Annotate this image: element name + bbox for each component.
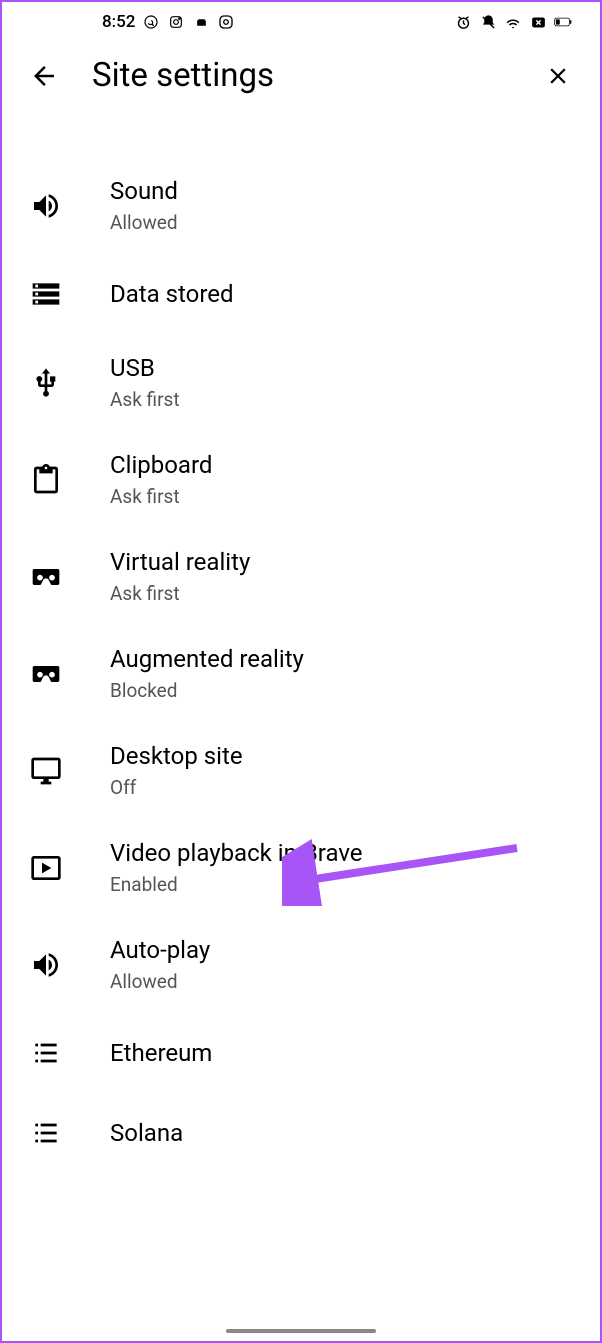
setting-title: Data stored [110, 280, 234, 308]
setting-title: Desktop site [110, 742, 243, 770]
setting-subtitle: Ask first [110, 582, 250, 605]
battery-icon [554, 13, 572, 31]
header: Site settings [2, 38, 600, 113]
setting-solana[interactable]: Solana [2, 1093, 600, 1173]
setting-usb[interactable]: USB Ask first [2, 334, 600, 431]
clipboard-icon [28, 462, 64, 498]
setting-sound[interactable]: Sound Allowed [2, 157, 600, 254]
status-time: 8:52 [102, 12, 135, 32]
setting-title: Sound [110, 177, 178, 205]
store-icon [192, 13, 210, 31]
vr-icon [28, 559, 64, 595]
setting-title: Video playback in Brave [110, 839, 363, 867]
setting-desktop-site[interactable]: Desktop site Off [2, 722, 600, 819]
setting-subtitle: Ask first [110, 388, 180, 411]
notification-mute-icon [479, 13, 497, 31]
desktop-icon [28, 753, 64, 789]
setting-text: Desktop site Off [110, 742, 243, 799]
status-bar: 8:52 [2, 2, 600, 38]
close-icon [545, 63, 571, 89]
list-icon [28, 1115, 64, 1151]
setting-virtual-reality[interactable]: Virtual reality Ask first [2, 528, 600, 625]
close-button[interactable] [540, 58, 576, 94]
storage-icon [28, 276, 64, 312]
setting-video-playback[interactable]: Video playback in Brave Enabled [2, 819, 600, 916]
instagram-icon [167, 13, 185, 31]
page-title: Site settings [92, 56, 510, 95]
setting-title: Augmented reality [110, 645, 304, 673]
setting-augmented-reality[interactable]: Augmented reality Blocked [2, 625, 600, 722]
back-button[interactable] [26, 58, 62, 94]
setting-text: Ethereum [110, 1039, 212, 1067]
setting-title: Auto-play [110, 936, 210, 964]
setting-text: Auto-play Allowed [110, 936, 210, 993]
alarm-icon [454, 13, 472, 31]
setting-subtitle: Ask first [110, 485, 212, 508]
setting-clipboard[interactable]: Clipboard Ask first [2, 431, 600, 528]
settings-list: Sound Allowed Data stored USB Ask first … [2, 113, 600, 1173]
setting-subtitle: Allowed [110, 211, 178, 234]
setting-auto-play[interactable]: Auto-play Allowed [2, 916, 600, 1013]
setting-text: Sound Allowed [110, 177, 178, 234]
setting-data-stored[interactable]: Data stored [2, 254, 600, 334]
setting-subtitle: Enabled [110, 873, 363, 896]
usb-icon [28, 365, 64, 401]
arrow-back-icon [29, 61, 59, 91]
video-playback-icon [28, 850, 64, 886]
setting-text: USB Ask first [110, 354, 180, 411]
whatsapp-icon [142, 13, 160, 31]
status-left: 8:52 [102, 12, 235, 32]
status-right [454, 13, 572, 31]
wifi-icon [504, 13, 522, 31]
home-indicator [226, 1329, 376, 1333]
setting-subtitle: Blocked [110, 679, 304, 702]
setting-text: Video playback in Brave Enabled [110, 839, 363, 896]
ar-icon [28, 656, 64, 692]
setting-text: Virtual reality Ask first [110, 548, 250, 605]
setting-text: Solana [110, 1119, 183, 1147]
setting-text: Augmented reality Blocked [110, 645, 304, 702]
setting-title: Solana [110, 1119, 183, 1147]
setting-subtitle: Allowed [110, 970, 210, 993]
setting-title: Clipboard [110, 451, 212, 479]
x-badge-icon [529, 13, 547, 31]
setting-title: USB [110, 354, 180, 382]
app-icon [217, 13, 235, 31]
setting-ethereum[interactable]: Ethereum [2, 1013, 600, 1093]
setting-subtitle: Off [110, 776, 243, 799]
list-icon [28, 1035, 64, 1071]
autoplay-icon [28, 947, 64, 983]
sound-icon [28, 188, 64, 224]
setting-text: Data stored [110, 280, 234, 308]
setting-text: Clipboard Ask first [110, 451, 212, 508]
setting-title: Virtual reality [110, 548, 250, 576]
setting-title: Ethereum [110, 1039, 212, 1067]
